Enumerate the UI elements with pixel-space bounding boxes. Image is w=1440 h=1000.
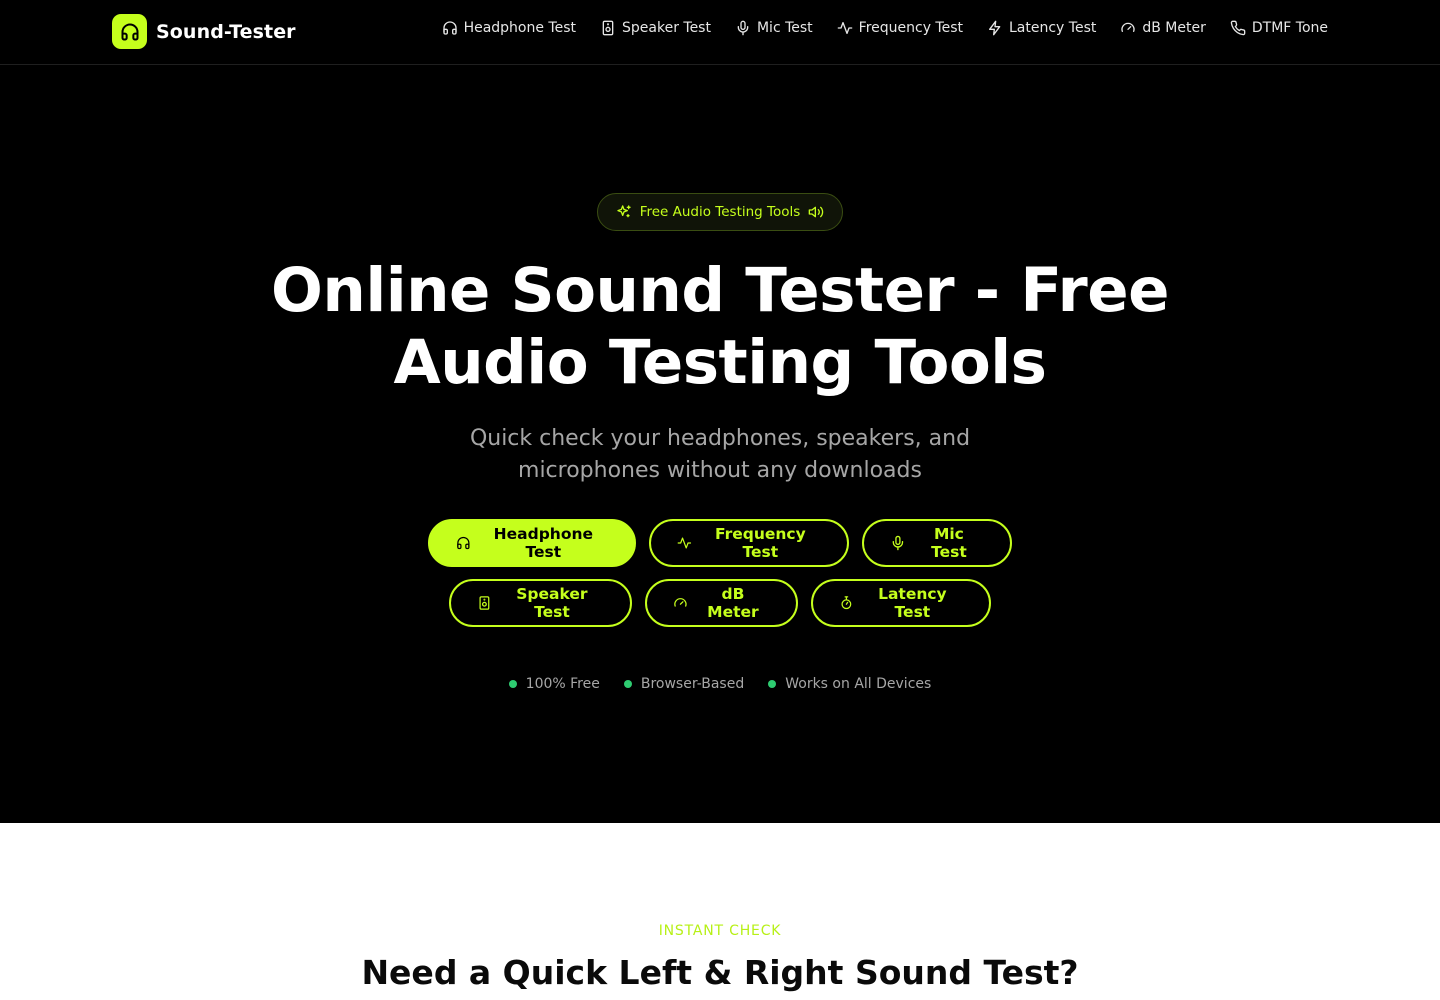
speaker-test-button[interactable]: Speaker Test [449,579,632,627]
nav-link-label: Headphone Test [463,20,576,36]
speaker-icon [479,596,490,610]
page-title: Online Sound Tester - Free Audio Testing… [220,255,1220,399]
status-dot [508,680,517,688]
button-label: Mic Test [931,525,967,561]
button-label: Headphone Test [493,525,594,561]
feature-label: Browser-Based [640,676,745,692]
nav-link-label: Mic Test [756,20,813,36]
nav-link-label: Latency Test [1009,20,1097,36]
status-dot [768,680,777,688]
button-label: Latency Test [878,585,947,621]
hero-section: Free Audio Testing Tools Online Sound Te… [0,65,1440,823]
mic-test-button[interactable]: Mic Test [862,519,1012,567]
nav-link-db-meter[interactable]: dB Meter [1120,20,1206,36]
top-navbar: Sound-Tester Headphone Test Speaker Test… [0,0,1440,65]
nav-link-dtmf-tone[interactable]: DTMF Tone [1230,20,1328,36]
hero-buttons-row-2: Speaker Test dB Meter Latency Test [0,579,1440,627]
mic-icon [737,20,749,36]
hero-buttons-row-1: Headphone Test Frequency Test Mic Test [0,519,1440,567]
headphones-icon [442,21,457,35]
nav-link-headphone-test[interactable]: Headphone Test [442,20,576,36]
button-label: dB Meter [707,585,759,621]
page-title-line-1: Online Sound Tester - Free [271,255,1169,326]
feature-list: 100% Free Browser-Based Works on All Dev… [0,676,1440,692]
gauge-icon [1121,22,1136,32]
db-meter-button[interactable]: dB Meter [645,579,798,627]
zap-icon [989,20,1001,36]
headphones-icon [457,536,470,550]
hero-subtitle: Quick check your headphones, speakers, a… [420,423,1020,487]
latency-test-button[interactable]: Latency Test [811,579,991,627]
nav-link-label: DTMF Tone [1251,20,1328,36]
button-label: Frequency Test [714,525,806,561]
section-title: Need a Quick Left & Right Sound Test? [361,953,1079,992]
activity-icon [837,22,852,34]
activity-icon [677,537,692,549]
frequency-test-button[interactable]: Frequency Test [649,519,849,567]
instant-check-section: INSTANT CHECK Need a Quick Left & Right … [0,823,1440,1000]
button-label: Speaker Test [516,585,588,621]
headphones-icon [121,23,138,40]
phone-icon [1230,20,1246,36]
hero-subtitle-line-2: microphones without any downloads [518,458,922,483]
brand-name: Sound-Tester [156,20,296,43]
headphone-test-button[interactable]: Headphone Test [428,519,636,567]
logo-link[interactable]: Sound-Tester [112,14,296,49]
speaker-icon [602,20,614,36]
feature-item: Browser-Based [623,676,745,692]
feature-label: 100% Free [525,676,600,692]
nav-link-latency-test[interactable]: Latency Test [987,20,1096,36]
nav-link-label: Frequency Test [858,20,963,36]
feature-label: Works on All Devices [785,676,932,692]
nav-link-speaker-test[interactable]: Speaker Test [600,20,711,36]
sparkles-icon [617,205,631,218]
nav-link-mic-test[interactable]: Mic Test [735,20,813,36]
nav-links: Headphone Test Speaker Test Mic Test Fre… [442,20,1328,36]
status-dot [623,680,632,688]
section-eyebrow: INSTANT CHECK [658,923,782,939]
nav-link-label: Speaker Test [622,20,711,36]
nav-link-frequency-test[interactable]: Frequency Test [837,20,963,36]
feature-item: Works on All Devices [768,676,931,692]
hero-subtitle-line-1: Quick check your headphones, speakers, a… [469,426,971,451]
mic-icon [892,535,904,551]
nav-link-label: dB Meter [1142,20,1206,36]
hero-badge: Free Audio Testing Tools [597,193,843,231]
timer-icon [841,596,852,610]
logo-badge [112,14,147,49]
gauge-icon [674,598,687,607]
page-title-line-2: Audio Testing Tools [393,327,1047,398]
volume-icon [808,206,824,218]
hero-badge-label: Free Audio Testing Tools [639,204,801,220]
feature-item: 100% Free [508,676,600,692]
